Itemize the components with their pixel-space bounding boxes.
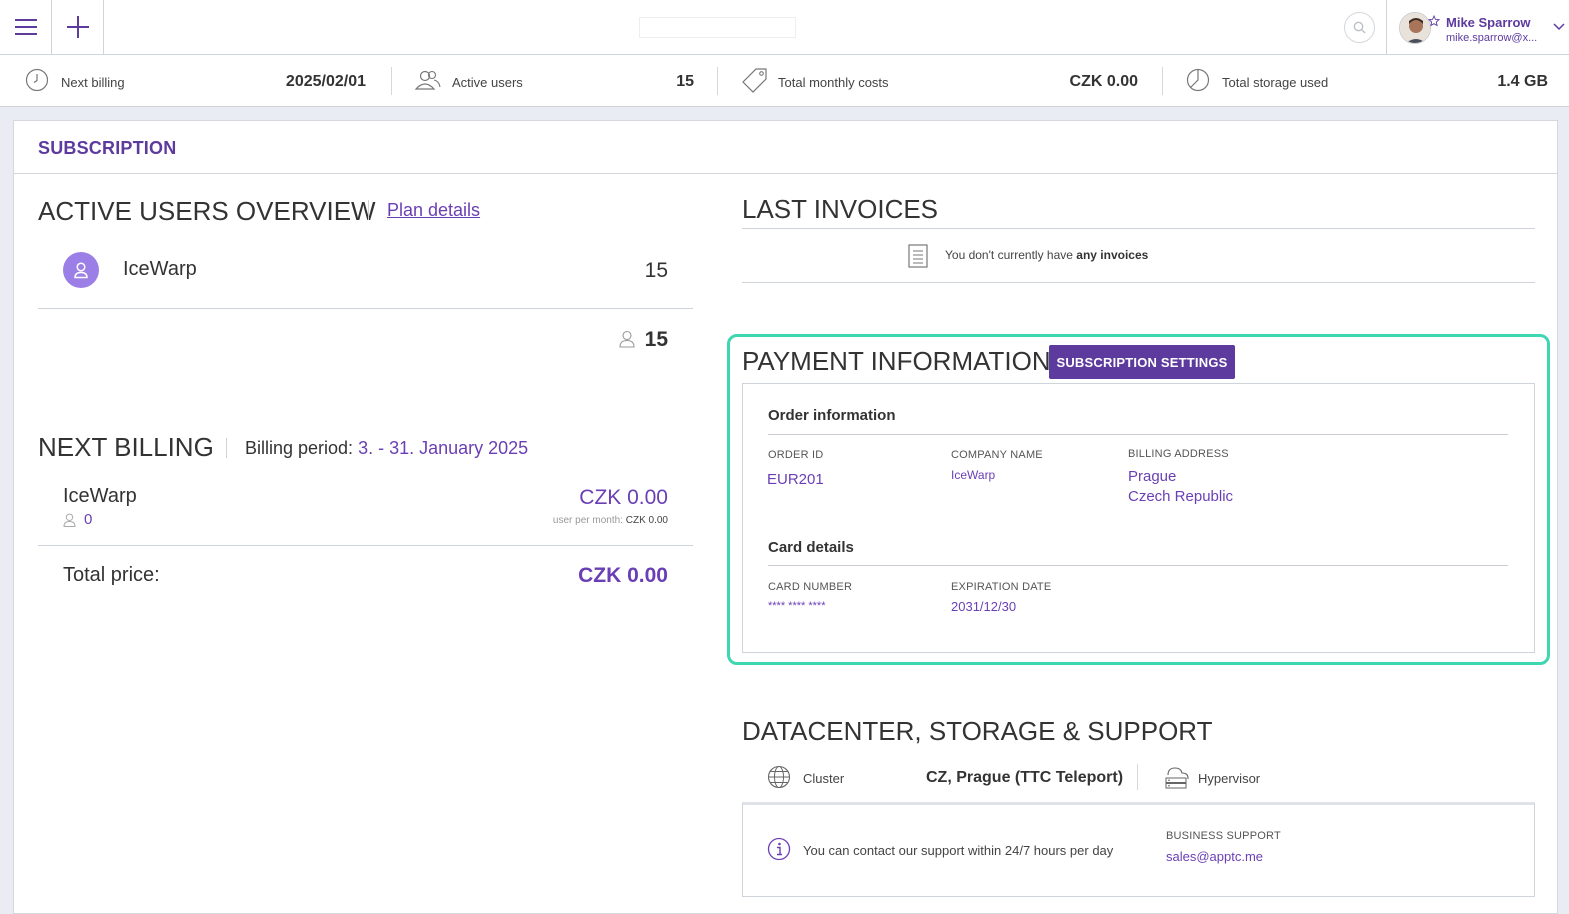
user-email: mike.sparrow@x... <box>1446 32 1538 44</box>
no-invoices-bold: any invoices <box>1076 248 1149 262</box>
billing-period-label: Billing period: <box>245 438 354 458</box>
divider <box>742 228 1535 229</box>
users-icon <box>414 70 441 90</box>
order-id-label: ORDER ID <box>768 449 824 461</box>
next-billing-value: 2025/02/01 <box>285 73 366 90</box>
billing-item-price: CZK 0.00 <box>579 486 668 509</box>
document-icon <box>908 244 928 268</box>
company-name-value: IceWarp <box>951 468 996 482</box>
monthly-costs-label: Total monthly costs <box>778 75 889 90</box>
clock-icon <box>25 68 49 92</box>
billing-period-value: 3. - 31. January 2025 <box>358 438 529 458</box>
monthly-costs-value: CZK 0.00 <box>1069 73 1138 90</box>
total-users: 15 <box>644 328 668 351</box>
storage-pie-icon <box>1186 68 1210 92</box>
top-bar: Mike Sparrow mike.sparrow@x... <box>0 0 1569 55</box>
cloud-server-icon <box>1165 767 1189 789</box>
divider <box>1137 764 1138 790</box>
globe-icon <box>767 765 791 789</box>
search-icon <box>1353 21 1366 34</box>
subscription-settings-button[interactable]: SUBSCRIPTION SETTINGS <box>1049 345 1235 379</box>
hamburger-icon <box>14 19 37 35</box>
plan-name: IceWarp <box>123 258 197 280</box>
divider <box>368 200 369 220</box>
plan-details-link[interactable]: Plan details <box>387 200 480 221</box>
user-name: Mike Sparrow <box>1446 15 1531 30</box>
divider <box>1162 67 1163 95</box>
expiration-date-label: EXPIRATION DATE <box>951 581 1052 593</box>
datacenter-title: DATACENTER, STORAGE & SUPPORT <box>742 716 1213 746</box>
last-invoices-title: LAST INVOICES <box>742 194 939 224</box>
divider <box>742 282 1535 283</box>
divider <box>38 545 693 546</box>
billing-item-users: 0 <box>84 511 93 528</box>
total-price-label: Total price: <box>63 564 160 586</box>
avatar <box>1399 12 1431 44</box>
user-group-avatar <box>63 252 99 288</box>
billing-address-country: Czech Republic <box>1128 488 1234 505</box>
active-users-label: Active users <box>452 75 523 90</box>
add-button[interactable] <box>52 0 104 54</box>
stats-bar: Next billing 2025/02/01 Active users 15 … <box>0 55 1569 107</box>
expiration-date-value: 2031/12/30 <box>951 599 1017 614</box>
panel-header: SUBSCRIPTION <box>14 121 1557 174</box>
next-billing-title: NEXT BILLING <box>38 432 214 462</box>
card-number-label: CARD NUMBER <box>768 581 853 593</box>
user-outline-icon <box>63 513 76 527</box>
search-input[interactable] <box>639 17 796 38</box>
divider <box>717 67 718 95</box>
cluster-value: CZ, Prague (TTC Teleport) <box>926 769 1124 786</box>
no-invoices-message: You don't currently have any invoices <box>945 248 1148 262</box>
business-support-label: BUSINESS SUPPORT <box>1166 830 1281 842</box>
no-invoices-text: You don't currently have <box>945 248 1073 262</box>
info-icon <box>767 837 791 861</box>
active-users-title: ACTIVE USERS OVERVIEW <box>38 196 376 226</box>
user-menu[interactable]: Mike Sparrow mike.sparrow@x... <box>1386 0 1569 54</box>
per-month-label: user per month: <box>552 515 623 526</box>
storage-label: Total storage used <box>1222 75 1329 90</box>
page-title: SUBSCRIPTION <box>38 138 177 158</box>
billing-period: Billing period: 3. - 31. January 2025 <box>245 438 528 459</box>
payment-info-title: PAYMENT INFORMATION <box>742 346 1051 376</box>
user-outline-icon <box>619 330 635 348</box>
price-tag-icon <box>742 68 767 93</box>
billing-address-label: BILLING ADDRESS <box>1128 448 1229 460</box>
menu-button[interactable] <box>0 0 52 54</box>
active-users-value: 15 <box>676 73 694 90</box>
support-text: You can contact our support within 24/7 … <box>803 843 1114 858</box>
card-number-value: **** **** **** <box>768 600 826 612</box>
company-name-label: COMPANY NAME <box>951 449 1043 461</box>
divider <box>768 434 1508 435</box>
star-icon[interactable] <box>1428 15 1440 27</box>
hypervisor-label: Hypervisor <box>1198 771 1261 786</box>
per-month-price: user per month: CZK 0.00 <box>480 515 668 526</box>
next-billing-label: Next billing <box>61 75 125 90</box>
order-id-value: EUR201 <box>767 471 824 488</box>
search-button[interactable] <box>1344 12 1375 43</box>
plus-icon <box>66 16 89 38</box>
billing-address-city: Prague <box>1128 468 1177 485</box>
storage-value: 1.4 GB <box>1497 73 1548 90</box>
per-month-value: CZK 0.00 <box>625 515 668 526</box>
chevron-down-icon[interactable] <box>1553 23 1565 31</box>
plan-user-count: 15 <box>644 259 668 282</box>
divider <box>768 565 1508 566</box>
order-info-heading: Order information <box>768 407 896 424</box>
divider <box>38 308 693 309</box>
divider <box>391 67 392 95</box>
billing-item-name: IceWarp <box>63 485 137 507</box>
total-price-value: CZK 0.00 <box>578 564 668 587</box>
card-details-heading: Card details <box>768 539 854 556</box>
cluster-label: Cluster <box>803 771 845 786</box>
user-icon <box>74 262 88 279</box>
business-support-email[interactable]: sales@apptc.me <box>1166 849 1263 864</box>
divider <box>226 438 227 458</box>
